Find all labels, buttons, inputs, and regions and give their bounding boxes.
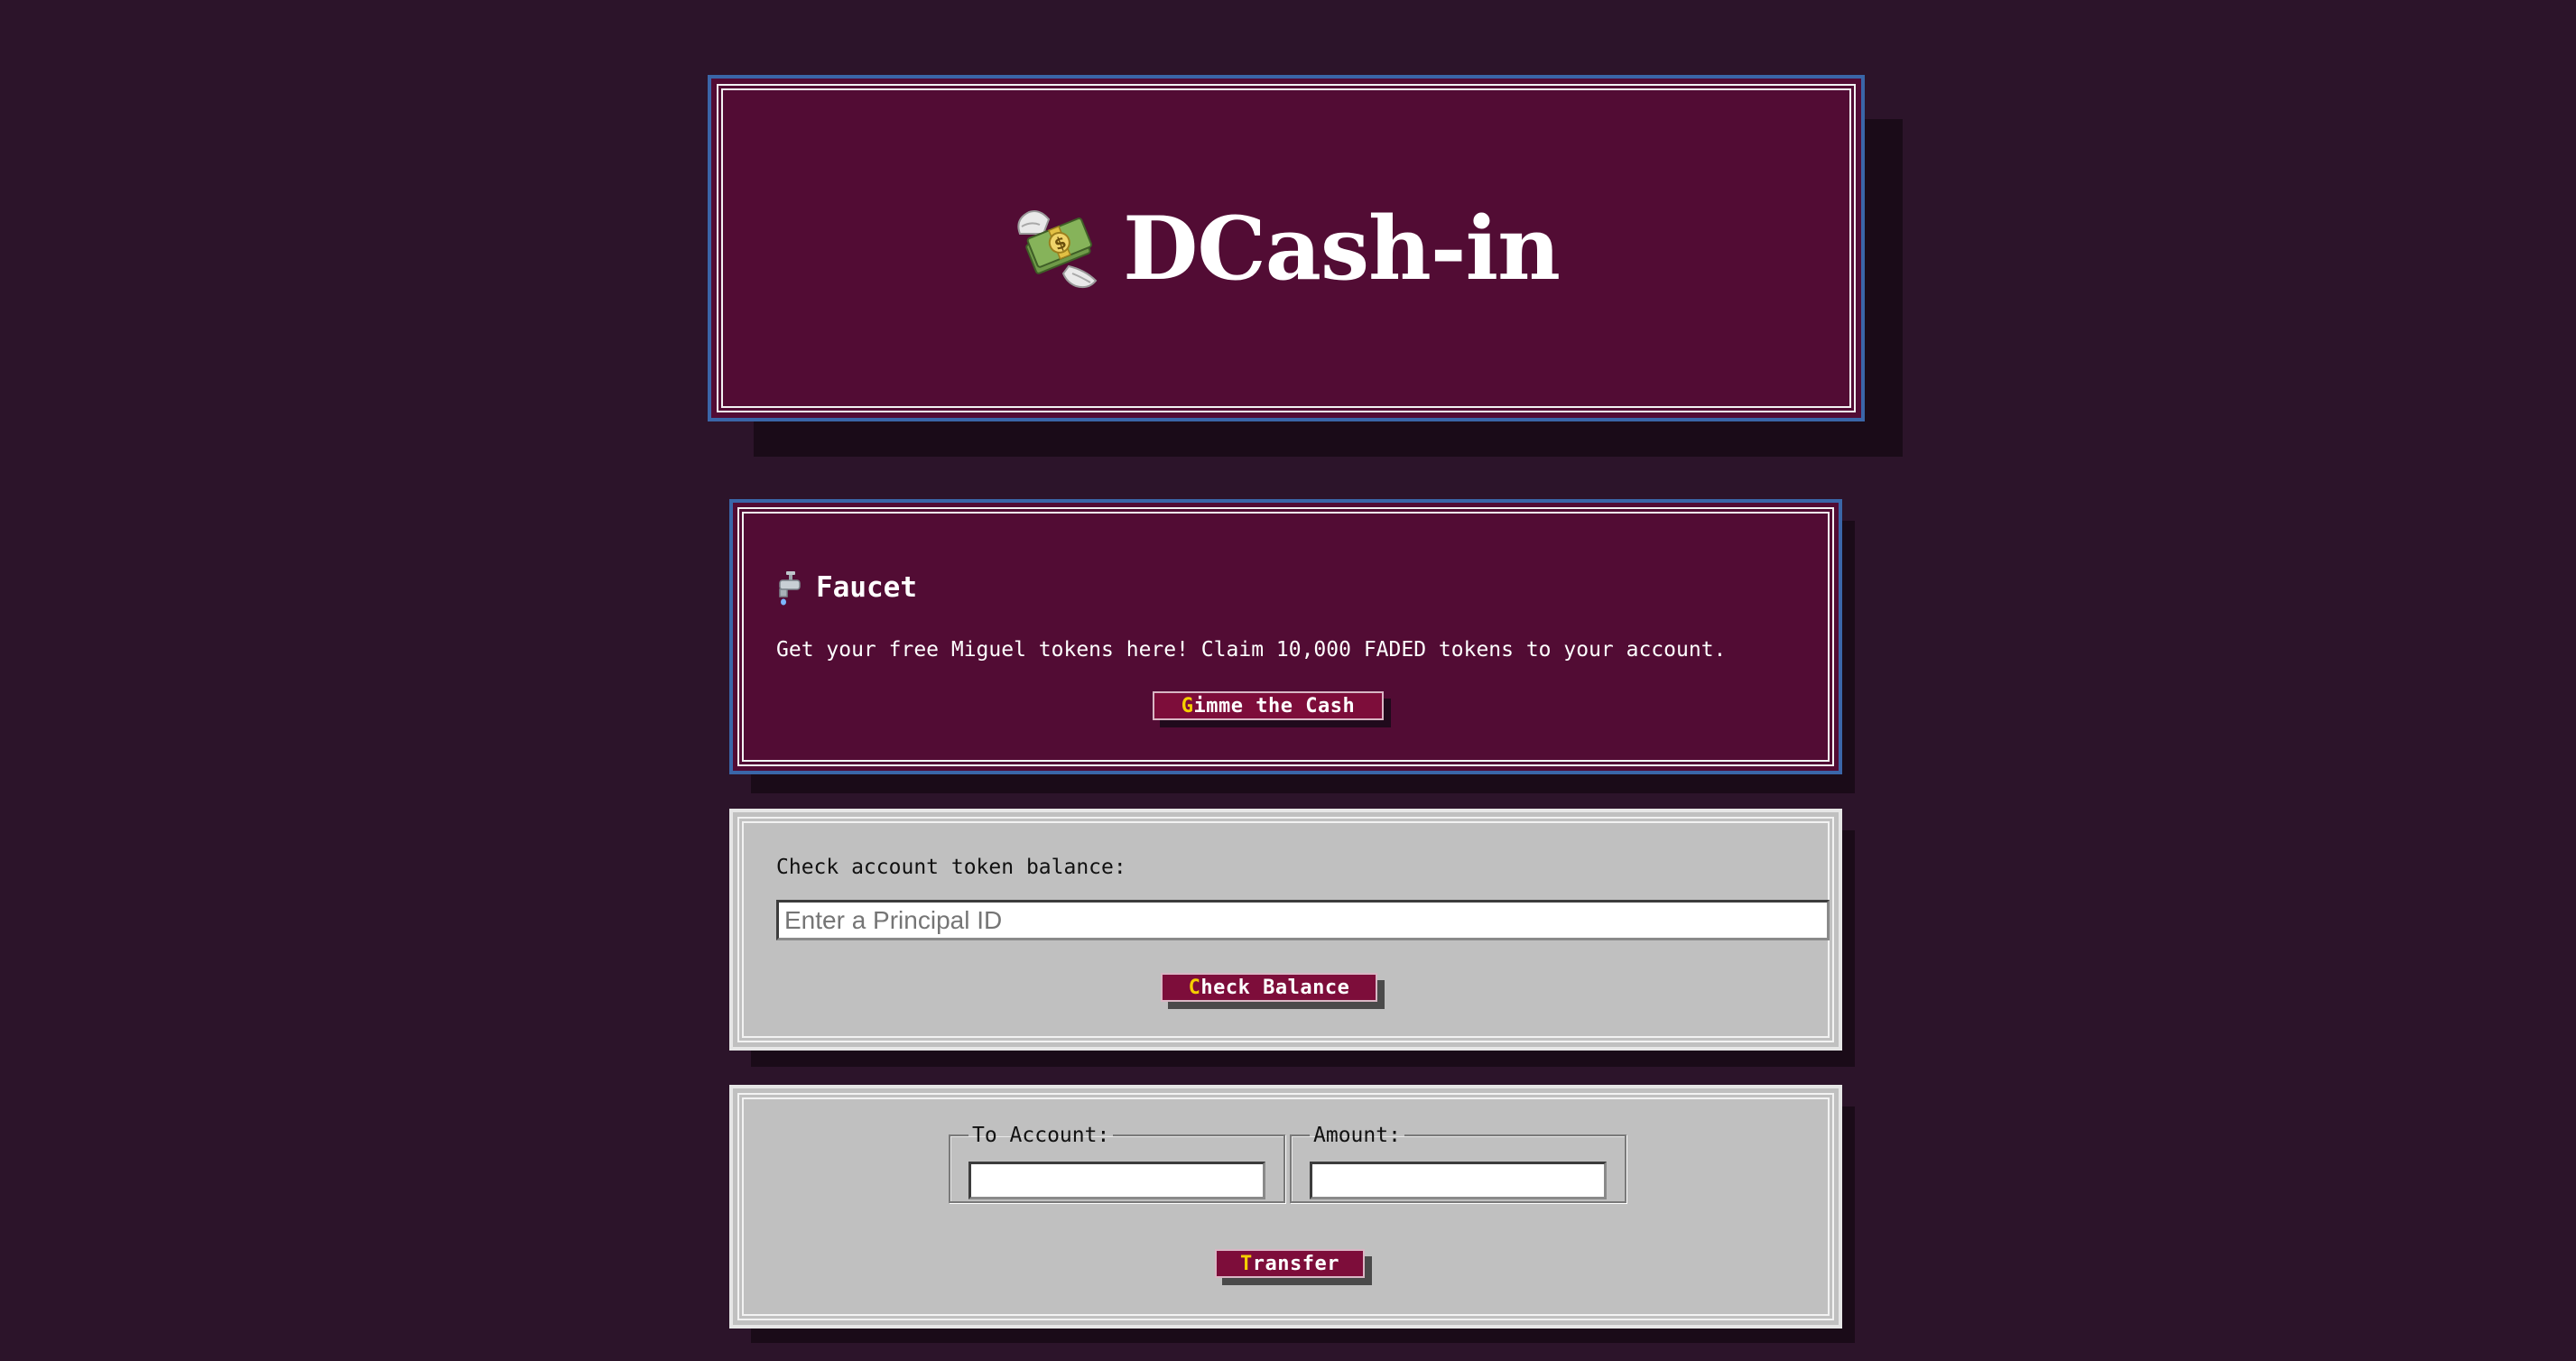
faucet-panel: Faucet Get your free Miguel tokens here!… <box>729 499 1842 774</box>
gimme-the-cash-button[interactable]: Gimme the Cash <box>1153 691 1384 720</box>
faucet-heading: Faucet <box>776 569 917 606</box>
banner-frame: $ DCash-in <box>717 84 1856 412</box>
transfer-panel: To Account: Amount: Transfer <box>729 1085 1842 1329</box>
amount-input[interactable] <box>1310 1162 1607 1199</box>
faucet-panel-frame: Faucet Get your free Miguel tokens here!… <box>737 507 1834 766</box>
to-account-input[interactable] <box>968 1162 1265 1199</box>
balance-panel-frame: Check account token balance: Check Balan… <box>737 817 1834 1042</box>
balance-panel: Check account token balance: Check Balan… <box>729 809 1842 1051</box>
amount-legend: Amount: <box>1313 1124 1401 1147</box>
faucet-icon <box>779 571 801 606</box>
faucet-description: Get your free Miguel tokens here! Claim … <box>776 638 1727 662</box>
amount-group: Amount: <box>1290 1124 1626 1203</box>
principal-id-input[interactable] <box>776 900 1830 940</box>
to-account-group: To Account: <box>949 1124 1285 1203</box>
faucet-title: Faucet <box>816 571 917 604</box>
page: $ DCash-in Faucet Get your free Miguel t… <box>0 0 2576 1361</box>
balance-label: Check account token balance: <box>776 856 1126 879</box>
hotkey-letter: C <box>1188 976 1201 999</box>
transfer-panel-frame: To Account: Amount: Transfer <box>737 1093 1834 1320</box>
check-balance-button[interactable]: Check Balance <box>1161 973 1377 1002</box>
app-title-text: DCash-in <box>1123 197 1561 300</box>
hotkey-letter: T <box>1240 1252 1253 1275</box>
money-with-wings-icon: $ <box>1017 210 1098 289</box>
button-label: imme the Cash <box>1193 694 1356 718</box>
to-account-legend: To Account: <box>972 1124 1110 1147</box>
button-label: ransfer <box>1252 1252 1339 1275</box>
hotkey-letter: G <box>1181 694 1194 718</box>
app-title: $ DCash-in <box>1013 197 1561 300</box>
header-banner: $ DCash-in <box>708 75 1865 421</box>
button-label: heck Balance <box>1200 976 1350 999</box>
transfer-button[interactable]: Transfer <box>1215 1249 1365 1278</box>
